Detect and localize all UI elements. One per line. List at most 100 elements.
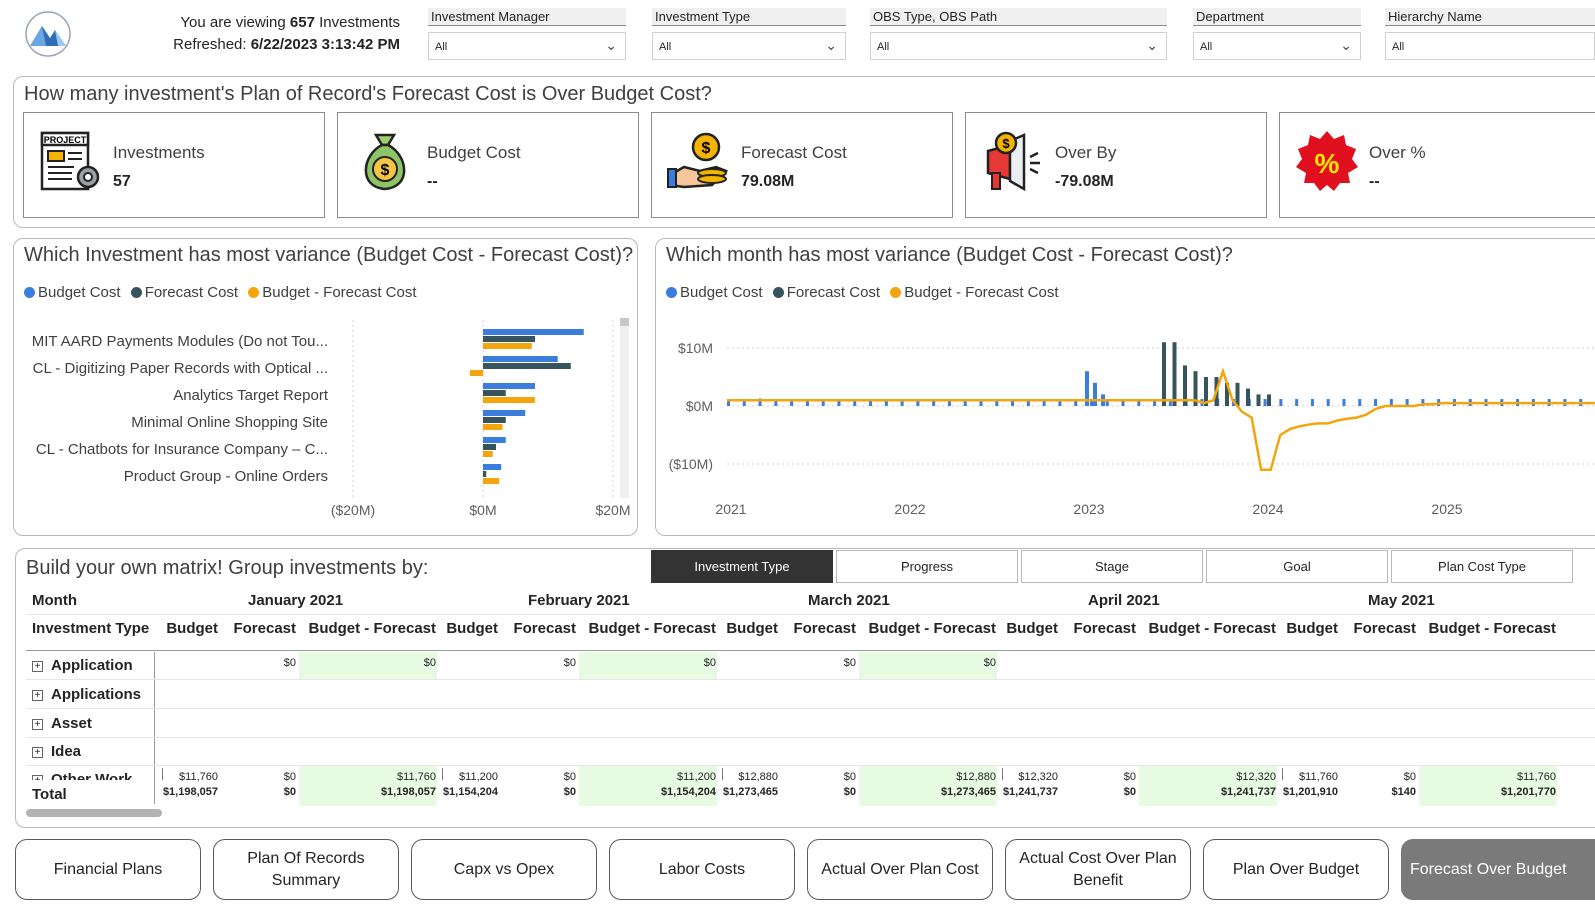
matrix-cell: $12,320 <box>1018 771 1058 783</box>
bar-forecast-spike <box>1172 342 1177 406</box>
svg-text:%: % <box>1315 148 1340 179</box>
matrix-data-bar <box>162 768 163 780</box>
svg-text:PROJECT: PROJECT <box>44 135 87 145</box>
matrix-divider <box>26 650 1595 651</box>
x-tick-label: 2025 <box>1431 501 1462 517</box>
bar-diff <box>470 370 483 376</box>
nav-labor-costs[interactable]: Labor Costs <box>609 839 795 900</box>
chevron-down-icon: ⌄ <box>1146 37 1158 53</box>
matrix-cell: $0 <box>703 657 716 669</box>
matrix-month-header: February 2021 <box>528 592 630 609</box>
matrix-cell: $0 <box>983 657 996 669</box>
nav-actual-over-plan-cost[interactable]: Actual Over Plan Cost <box>807 839 993 900</box>
matrix-total-cell: $0 <box>843 786 856 798</box>
slicer-dropdown[interactable]: All ⌄ <box>1193 32 1361 60</box>
nav-forecast-over-budget[interactable]: Forecast Over Budget <box>1401 839 1595 900</box>
bar-forecast-spike <box>1162 342 1166 406</box>
slicer-investment-type[interactable]: Investment Type All ⌄ <box>652 8 846 62</box>
matrix-month-header: January 2021 <box>248 592 344 609</box>
nav-capx-vs-opex[interactable]: Capx vs Opex <box>411 839 597 900</box>
expand-icon[interactable]: + <box>32 719 43 730</box>
slicer-department[interactable]: Department All ⌄ <box>1193 8 1361 62</box>
bar-diff <box>483 451 493 457</box>
investment-count: 657 <box>289 14 315 31</box>
category-label: Product Group - Online Orders <box>124 468 328 485</box>
bar-budget <box>1295 399 1299 406</box>
bar-budget <box>1358 399 1362 406</box>
bar-budget <box>1263 399 1267 406</box>
matrix-total-cell: $1,154,204 <box>442 786 498 798</box>
nav-actual-cost-over-plan-benefit[interactable]: Actual Cost Over Plan Benefit <box>1005 839 1191 900</box>
row-label: Application <box>51 657 133 674</box>
slicer-dropdown[interactable]: All ⌄ <box>870 32 1167 60</box>
bar-budget <box>483 383 535 389</box>
matrix-total-label: Total <box>32 786 67 803</box>
kpi-card-forecast-cost: $ Forecast Cost 79.08M <box>651 112 953 218</box>
matrix-cell: $0 <box>563 771 576 783</box>
slicer-hierarchy-name[interactable]: Hierarchy Name All <box>1385 8 1595 62</box>
expand-icon[interactable]: + <box>32 747 43 758</box>
expand-icon[interactable]: + <box>32 661 43 672</box>
legend-item-forecast: Forecast Cost <box>130 284 238 301</box>
month-variance-chart: $10M $0M ($10M) 2021 2022 2023 2024 2025 <box>669 340 1595 517</box>
matrix-cell: $12,320 <box>1236 771 1276 783</box>
row-label: Applications <box>51 686 142 703</box>
scrollbar-thumb[interactable] <box>620 318 629 326</box>
tab-progress[interactable]: Progress <box>836 550 1018 583</box>
matrix-column-header: Forecast <box>233 620 296 637</box>
matrix-data-bar <box>1002 768 1003 780</box>
matrix-total-cell: $140 <box>1391 786 1416 798</box>
expand-icon[interactable]: + <box>32 775 43 780</box>
tab-goal[interactable]: Goal <box>1206 550 1388 583</box>
row-label: Asset <box>51 715 92 732</box>
matrix-row-other-work[interactable]: + Other Work <box>32 771 132 780</box>
matrix-cell: $11,200 <box>677 771 716 783</box>
matrix-cell: $11,760 <box>1517 771 1556 783</box>
tab-investment-type[interactable]: Investment Type <box>651 550 833 583</box>
kpi-card-over-by: $ Over By -79.08M <box>965 112 1267 218</box>
row-label: Idea <box>51 743 82 760</box>
category-label: Analytics Target Report <box>173 387 329 404</box>
matrix-total-cell: $1,201,910 <box>1282 786 1338 798</box>
matrix-row-applications[interactable]: + Applications <box>32 686 141 703</box>
matrix-row-idea[interactable]: + Idea <box>32 743 81 760</box>
nav-plan-over-budget[interactable]: Plan Over Budget <box>1203 839 1389 900</box>
matrix-total-cell: $0 <box>563 786 576 798</box>
bar-chart-scrollbar[interactable] <box>620 318 629 498</box>
investment-variance-chart: MIT AARD Payments Modules (Do not Tou...… <box>32 320 631 518</box>
slicer-dropdown[interactable]: All <box>1385 32 1595 60</box>
kpi-card-over-percent: % Over % -- <box>1279 112 1595 218</box>
matrix-cell: $0 <box>283 771 296 783</box>
y-tick-label: $0M <box>686 398 713 414</box>
legend-item-diff: Budget - Forecast Cost <box>890 284 1059 301</box>
kpi-card-budget-cost: $ Budget Cost -- <box>337 112 639 218</box>
matrix-cell: $0 <box>1123 771 1136 783</box>
expand-icon[interactable]: + <box>32 690 43 701</box>
matrix-total-cell: $1,241,737 <box>1220 786 1276 798</box>
slicer-dropdown[interactable]: All ⌄ <box>428 32 626 60</box>
slicer-obs-type[interactable]: OBS Type, OBS Path All ⌄ <box>870 8 1167 62</box>
matrix-row-application[interactable]: + Application <box>32 657 133 674</box>
slicer-dropdown[interactable]: All ⌄ <box>652 32 846 60</box>
chevron-down-icon: ⌄ <box>605 37 617 53</box>
tab-plan-cost-type[interactable]: Plan Cost Type <box>1391 550 1573 583</box>
svg-text:$: $ <box>702 140 711 157</box>
tab-stage[interactable]: Stage <box>1021 550 1203 583</box>
kpi-value: 79.08M <box>741 173 795 190</box>
matrix-cell: $11,760 <box>397 771 436 783</box>
matrix-cell: $0 <box>423 657 436 669</box>
matrix-horizontal-scrollbar[interactable] <box>26 809 162 817</box>
x-tick-label: ($20M) <box>331 502 375 518</box>
matrix-cell: $0 <box>283 657 296 669</box>
matrix-row-asset[interactable]: + Asset <box>32 715 92 732</box>
nav-plan-of-records-summary[interactable]: Plan Of Records Summary <box>213 839 399 900</box>
slicer-investment-manager[interactable]: Investment Manager All ⌄ <box>428 8 626 62</box>
bar-budget <box>483 437 506 443</box>
x-tick-label: 2024 <box>1252 501 1283 517</box>
bar-forecast-spike <box>1235 382 1240 406</box>
nav-financial-plans[interactable]: Financial Plans <box>15 839 201 900</box>
bar-diff <box>483 424 503 430</box>
matrix-total-cell: $0 <box>283 786 296 798</box>
svg-text:$: $ <box>1002 136 1010 151</box>
chevron-down-icon: ⌄ <box>1340 37 1352 53</box>
